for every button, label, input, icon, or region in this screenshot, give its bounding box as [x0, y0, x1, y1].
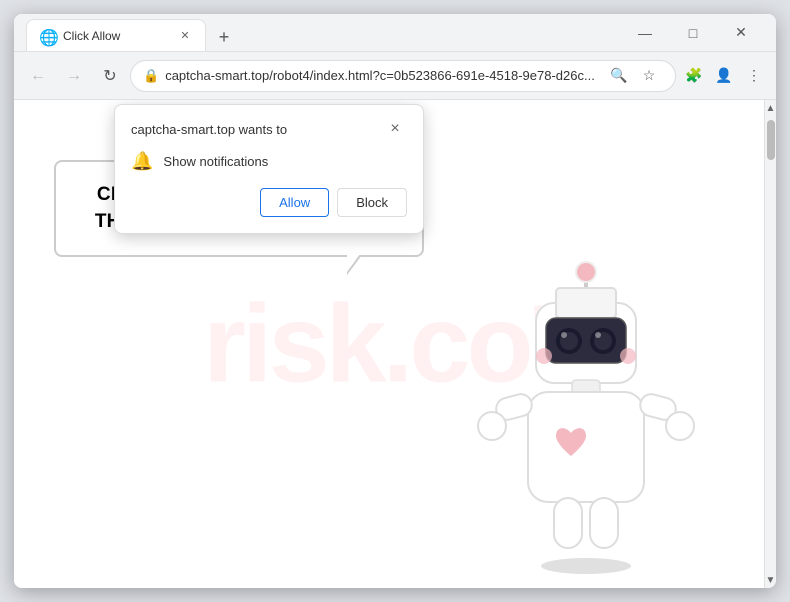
minimize-button[interactable]: —: [622, 14, 668, 52]
bookmark-icon[interactable]: ☆: [635, 62, 663, 90]
navigation-bar: ← → ↻ 🔒 captcha-smart.top/robot4/index.h…: [14, 52, 776, 100]
scroll-up-button[interactable]: ▲: [765, 100, 776, 116]
close-button[interactable]: ✕: [718, 14, 764, 52]
popup-close-button[interactable]: ×: [383, 117, 407, 141]
forward-button[interactable]: →: [58, 60, 90, 92]
page-content: risk.co7 captcha-smart.top wants to × 🔔 …: [14, 100, 776, 588]
new-tab-button[interactable]: +: [210, 23, 238, 51]
extensions-icon[interactable]: 🧩: [680, 62, 708, 90]
scrollbar[interactable]: ▲ ▼: [764, 100, 776, 588]
bell-icon: 🔔: [131, 151, 153, 172]
account-icon[interactable]: 👤: [710, 62, 738, 90]
lock-icon: 🔒: [143, 68, 159, 84]
robot-svg: [476, 248, 696, 588]
tab-strip: 🌐 Click Allow ✕ +: [22, 14, 622, 51]
address-bar-actions: 🔍 ☆: [605, 62, 663, 90]
tab-favicon-icon: 🌐: [39, 28, 55, 44]
reload-button[interactable]: ↻: [94, 60, 126, 92]
toolbar-right: 🧩 👤 ⋮: [680, 62, 768, 90]
notification-popup: captcha-smart.top wants to × 🔔 Show noti…: [114, 104, 424, 234]
robot-illustration: [476, 248, 696, 588]
url-text: captcha-smart.top/robot4/index.html?c=0b…: [165, 68, 599, 83]
popup-actions: Allow Block: [131, 188, 407, 217]
scroll-down-button[interactable]: ▼: [765, 572, 776, 588]
allow-button[interactable]: Allow: [260, 188, 329, 217]
scroll-thumb[interactable]: [767, 120, 775, 160]
menu-icon[interactable]: ⋮: [740, 62, 768, 90]
window-controls: — □ ✕: [622, 14, 768, 52]
address-bar[interactable]: 🔒 captcha-smart.top/robot4/index.html?c=…: [130, 60, 676, 92]
tab-close-button[interactable]: ✕: [177, 28, 193, 44]
block-button[interactable]: Block: [337, 188, 407, 217]
tab-title: Click Allow: [63, 29, 169, 43]
maximize-button[interactable]: □: [670, 14, 716, 52]
popup-header: captcha-smart.top wants to ×: [131, 117, 407, 141]
back-button[interactable]: ←: [22, 60, 54, 92]
show-notifications-label: Show notifications: [163, 154, 268, 169]
title-bar: 🌐 Click Allow ✕ + — □ ✕: [14, 14, 776, 52]
popup-site-text: captcha-smart.top wants to: [131, 122, 287, 137]
popup-notification-row: 🔔 Show notifications: [131, 151, 407, 172]
active-tab[interactable]: 🌐 Click Allow ✕: [26, 19, 206, 51]
search-icon[interactable]: 🔍: [605, 62, 633, 90]
browser-window: 🌐 Click Allow ✕ + — □ ✕ ← → ↻ 🔒 captcha-…: [14, 14, 776, 588]
